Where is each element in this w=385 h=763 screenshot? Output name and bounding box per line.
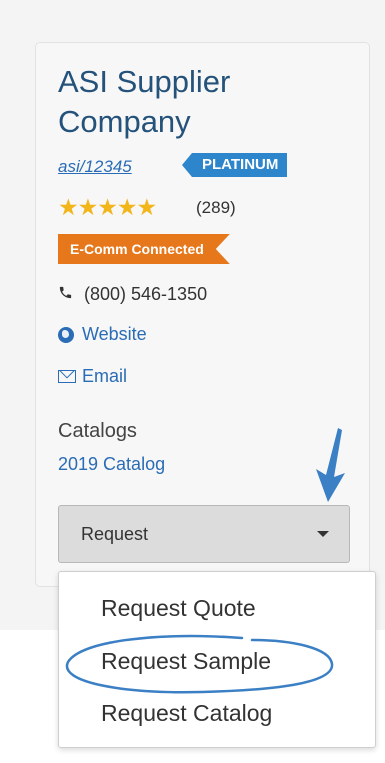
email-label: Email <box>82 366 128 386</box>
catalog-link-2019[interactable]: 2019 Catalog <box>58 454 165 475</box>
caret-down-icon <box>317 531 329 537</box>
menu-item-request-catalog[interactable]: Request Catalog <box>101 700 272 727</box>
globe-icon <box>58 326 74 343</box>
ecomm-connected-badge: E-Comm Connected <box>58 234 230 264</box>
asi-number-link[interactable]: asi/12345 <box>58 157 132 177</box>
email-link[interactable]: Email <box>58 366 127 387</box>
website-label: Website <box>82 324 147 344</box>
star-rating: ★★★★★ <box>58 194 157 220</box>
catalogs-heading: Catalogs <box>58 420 137 442</box>
phone-icon <box>58 285 76 304</box>
website-link[interactable]: Website <box>58 324 147 345</box>
phone-number: (800) 546-1350 <box>84 284 208 304</box>
request-dropdown-menu: Request Quote Request Sample Request Cat… <box>58 571 376 748</box>
rating-count[interactable]: (289) <box>196 198 236 218</box>
request-dropdown-button[interactable]: Request <box>58 505 350 563</box>
request-button-label: Request <box>81 523 149 544</box>
phone-row: (800) 546-1350 <box>58 284 207 305</box>
supplier-name[interactable]: ASI Supplier Company <box>58 62 318 142</box>
menu-item-request-sample[interactable]: Request Sample <box>101 648 271 675</box>
arrow-down-annotation <box>316 428 345 502</box>
platinum-badge: PLATINUM <box>182 153 288 177</box>
menu-item-request-quote[interactable]: Request Quote <box>101 595 256 622</box>
mail-icon <box>58 370 76 383</box>
